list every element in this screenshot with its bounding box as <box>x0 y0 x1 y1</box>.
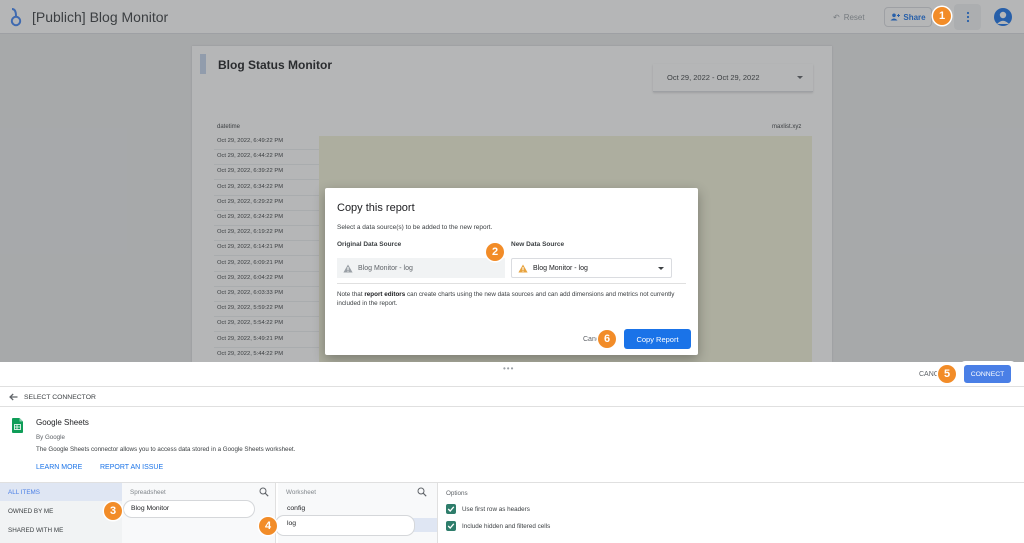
divider <box>0 406 1024 407</box>
checkbox-checked-icon[interactable] <box>446 521 456 531</box>
worksheet-title: Worksheet <box>286 489 316 496</box>
step-badge-2: 2 <box>486 243 504 261</box>
worksheet-item-config[interactable]: config <box>287 505 305 512</box>
warning-icon <box>518 264 528 272</box>
search-icon[interactable] <box>259 487 269 497</box>
worksheet-highlight <box>276 516 414 535</box>
connect-button[interactable]: CONNECT <box>964 365 1011 383</box>
step-badge-4: 4 <box>259 517 277 535</box>
connector-panel: ••• CANC SELECT CONNECTOR Google Sheets … <box>0 362 1024 543</box>
spreadsheet-item-blog-monitor[interactable]: Blog Monitor <box>131 505 169 512</box>
search-icon[interactable] <box>417 487 427 497</box>
step-badge-6: 6 <box>598 330 616 348</box>
dialog-divider <box>337 283 686 284</box>
dialog-title: Copy this report <box>337 202 415 214</box>
spreadsheet-title: Spreadsheet <box>130 489 166 496</box>
new-source-select[interactable]: Blog Monitor - log <box>511 258 672 278</box>
original-source-value: Blog Monitor - log <box>358 264 413 272</box>
dropdown-arrow-icon <box>658 267 664 270</box>
category-shared-with-me[interactable]: SHARED WITH ME <box>8 527 63 534</box>
report-issue-link[interactable]: REPORT AN ISSUE <box>100 464 163 471</box>
option-include-hidden-cells[interactable]: Include hidden and filtered cells <box>446 521 550 531</box>
panel-resize-handle[interactable]: ••• <box>503 364 514 373</box>
select-connector-label: SELECT CONNECTOR <box>24 393 96 401</box>
copy-report-button[interactable]: Copy Report <box>624 329 691 349</box>
panel-cancel-button[interactable]: CANC <box>919 371 939 378</box>
connector-name: Google Sheets <box>36 418 89 427</box>
checkbox-checked-icon[interactable] <box>446 504 456 514</box>
option-label: Include hidden and filtered cells <box>462 522 551 530</box>
connector-author: By Google <box>36 434 65 441</box>
google-sheets-icon <box>12 418 23 433</box>
options-panel: Options Use first row as headers Include… <box>440 483 1024 543</box>
step-badge-3: 3 <box>104 502 122 520</box>
connector-description: The Google Sheets connector allows you t… <box>36 446 296 453</box>
dialog-cancel-button[interactable]: Canc <box>583 336 599 343</box>
spreadsheet-list: Spreadsheet Blog Monitor <box>122 483 276 543</box>
learn-more-link[interactable]: LEARN MORE <box>36 464 82 471</box>
warning-icon <box>343 264 353 272</box>
option-first-row-headers[interactable]: Use first row as headers <box>446 504 530 514</box>
options-title: Options <box>446 490 468 497</box>
step-badge-1: 1 <box>933 7 951 25</box>
category-owned-by-me[interactable]: OWNED BY ME <box>8 508 53 515</box>
dialog-subtitle: Select a data source(s) to be added to t… <box>337 224 493 231</box>
original-source-label: Original Data Source <box>337 241 402 248</box>
select-connector-back[interactable]: SELECT CONNECTOR <box>9 393 96 401</box>
worksheet-list: Worksheet config log <box>276 483 438 543</box>
new-source-value: Blog Monitor - log <box>533 264 588 272</box>
arrow-back-icon <box>9 393 18 401</box>
divider <box>0 386 1024 387</box>
category-all-items[interactable]: ALL ITEMS <box>8 489 40 496</box>
dialog-note: Note that report editors can create char… <box>337 291 675 307</box>
option-label: Use first row as headers <box>462 505 530 513</box>
worksheet-item-log[interactable]: log <box>287 520 296 527</box>
new-source-label: New Data Source <box>511 241 565 248</box>
original-source-field: Blog Monitor - log <box>337 258 507 278</box>
step-badge-5: 5 <box>938 365 956 383</box>
